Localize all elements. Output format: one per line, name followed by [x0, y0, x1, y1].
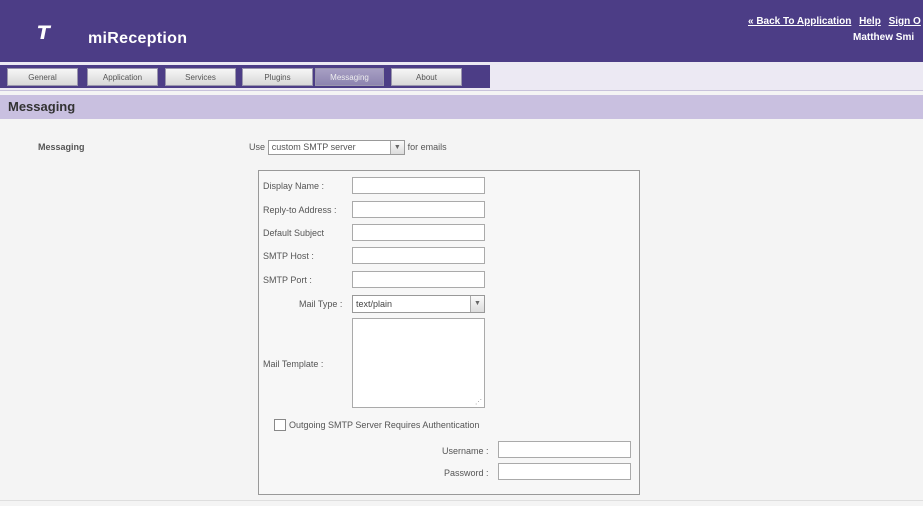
help-link[interactable]: Help	[859, 16, 881, 27]
username-label: Username :	[442, 446, 489, 456]
reply-to-field[interactable]	[352, 201, 485, 218]
app-title: miReception	[88, 30, 188, 47]
smtp-server-select[interactable]: custom SMTP server ▼	[267, 140, 405, 155]
smtp-server-value: custom SMTP server	[271, 142, 356, 152]
smtp-server-row: Use custom SMTP server ▼ for emails	[249, 140, 447, 155]
display-name-label: Display Name :	[263, 181, 325, 191]
password-field[interactable]	[498, 463, 631, 480]
tab-strip: General Application Services Plugins Mes…	[0, 65, 490, 88]
default-subject-field[interactable]	[352, 224, 485, 241]
mail-type-select[interactable]: text/plain ▼	[352, 295, 485, 313]
tab-services[interactable]: Services	[165, 68, 236, 86]
page-title: Messaging	[8, 99, 76, 114]
chevron-down-icon[interactable]: ▼	[470, 296, 484, 312]
tab-general[interactable]: General	[7, 68, 78, 86]
auth-required-checkbox[interactable]	[274, 419, 286, 431]
sign-out-link[interactable]: Sign O	[889, 16, 921, 27]
back-to-application-link[interactable]: « Back To Application	[748, 16, 851, 27]
smtp-port-field[interactable]	[352, 271, 485, 288]
reply-to-label: Reply-to Address :	[263, 205, 337, 215]
for-emails-label: for emails	[407, 142, 447, 153]
messaging-label: Messaging	[38, 142, 85, 152]
tab-messaging[interactable]: Messaging	[315, 68, 384, 86]
use-label: Use	[249, 142, 266, 153]
mail-template-label: Mail Template :	[263, 359, 324, 369]
tab-bar: General Application Services Plugins Mes…	[0, 62, 923, 91]
default-subject-label: Default Subject	[263, 228, 325, 238]
tab-plugins[interactable]: Plugins	[242, 68, 313, 86]
smtp-host-field[interactable]	[352, 247, 485, 264]
mail-type-label: Mail Type :	[299, 299, 343, 309]
tab-application[interactable]: Application	[87, 68, 158, 86]
tab-about[interactable]: About	[391, 68, 462, 86]
password-label: Password :	[444, 468, 489, 478]
mail-type-value: text/plain	[356, 299, 393, 309]
mail-template-textarea[interactable]: ⋰	[352, 318, 485, 408]
telstra-logo-icon: T	[37, 22, 50, 44]
chevron-down-icon[interactable]: ▼	[389, 141, 404, 154]
auth-required-label: Outgoing SMTP Server Requires Authentica…	[289, 420, 480, 430]
app-header: T miReception « Back To Application Help…	[0, 0, 923, 62]
resize-grip-icon[interactable]: ⋰	[475, 398, 482, 406]
footer-divider	[0, 500, 923, 501]
username-field[interactable]	[498, 441, 631, 458]
user-name: Matthew Smi	[853, 32, 915, 43]
display-name-field[interactable]	[352, 177, 485, 194]
section-header: Messaging	[0, 95, 923, 119]
header-links: « Back To Application Help Sign O	[748, 16, 923, 27]
smtp-port-label: SMTP Port :	[263, 275, 312, 285]
smtp-host-label: SMTP Host :	[263, 251, 314, 261]
